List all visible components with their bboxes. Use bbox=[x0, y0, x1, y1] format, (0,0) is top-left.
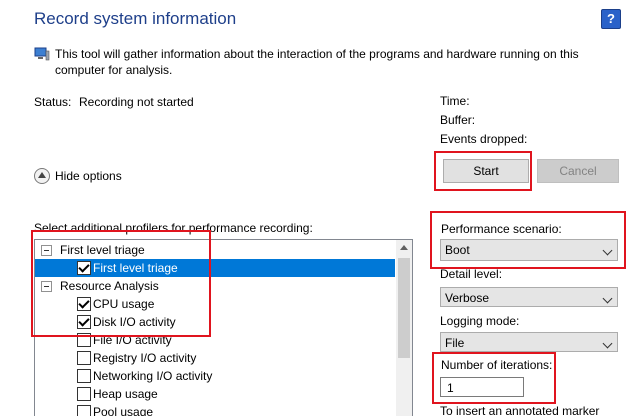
computer-icon bbox=[34, 47, 50, 61]
hide-options-label: Hide options bbox=[55, 168, 122, 183]
logging-mode-label: Logging mode: bbox=[440, 314, 520, 328]
tree-item-networking-io[interactable]: Networking I/O activity bbox=[35, 367, 395, 385]
tree-item-label: Disk I/O activity bbox=[93, 315, 176, 329]
status-label: Status: bbox=[34, 95, 72, 109]
chevron-down-icon bbox=[602, 245, 613, 256]
tree-item-label: CPU usage bbox=[93, 297, 155, 311]
detail-level-select[interactable]: Verbose bbox=[440, 287, 618, 307]
start-button[interactable]: Start bbox=[443, 159, 529, 183]
collapse-up-icon bbox=[34, 167, 50, 184]
tree-item-label: First level triage bbox=[93, 261, 178, 275]
collapse-icon[interactable] bbox=[41, 245, 52, 256]
tree-item-first-level-triage[interactable]: First level triage bbox=[35, 259, 395, 277]
tree-item-label: Registry I/O activity bbox=[93, 351, 197, 365]
checkbox[interactable] bbox=[77, 315, 91, 329]
help-icon[interactable]: ? bbox=[601, 9, 621, 29]
events-dropped-label: Events dropped: bbox=[440, 132, 528, 146]
tree-item-pool-usage[interactable]: Pool usage bbox=[35, 403, 395, 416]
checkbox[interactable] bbox=[77, 369, 91, 383]
scroll-up-icon[interactable] bbox=[400, 245, 408, 250]
tree-item-file-io[interactable]: File I/O activity bbox=[35, 331, 395, 349]
tree-group-first-level-triage[interactable]: First level triage bbox=[35, 241, 395, 259]
checkbox[interactable] bbox=[77, 333, 91, 347]
page-title: Record system information bbox=[34, 9, 237, 28]
tree-item-registry-io[interactable]: Registry I/O activity bbox=[35, 349, 395, 367]
profiles-tree[interactable]: First level triage First level triage Re… bbox=[34, 239, 413, 416]
info-text: This tool will gather information about … bbox=[55, 47, 579, 77]
tree-scrollbar[interactable] bbox=[396, 240, 412, 416]
time-label: Time: bbox=[440, 94, 470, 108]
tree-item-label: Heap usage bbox=[93, 387, 158, 401]
scenario-label: Performance scenario: bbox=[441, 222, 562, 236]
tree-group-label: Resource Analysis bbox=[60, 279, 159, 293]
scenario-select[interactable]: Boot bbox=[440, 239, 618, 261]
tree-item-heap-usage[interactable]: Heap usage bbox=[35, 385, 395, 403]
status-value: Recording not started bbox=[79, 95, 194, 109]
checkbox[interactable] bbox=[77, 387, 91, 401]
chevron-down-icon bbox=[602, 293, 613, 304]
tree-item-cpu-usage[interactable]: CPU usage bbox=[35, 295, 395, 313]
marker-hint-text: To insert an annotated marker bbox=[440, 404, 600, 418]
detail-level-label: Detail level: bbox=[440, 267, 503, 281]
checkbox[interactable] bbox=[77, 405, 91, 416]
logging-mode-value: File bbox=[445, 336, 465, 350]
tree-item-label: Networking I/O activity bbox=[93, 369, 213, 383]
tree-item-disk-io[interactable]: Disk I/O activity bbox=[35, 313, 395, 331]
checkbox[interactable] bbox=[77, 261, 91, 275]
tree-group-resource-analysis[interactable]: Resource Analysis bbox=[35, 277, 395, 295]
logging-mode-select[interactable]: File bbox=[440, 332, 618, 352]
scrollbar-thumb[interactable] bbox=[398, 258, 410, 358]
profiles-label: Select additional profilers for performa… bbox=[34, 221, 313, 235]
checkbox[interactable] bbox=[77, 351, 91, 365]
iterations-label: Number of iterations: bbox=[441, 358, 553, 372]
tree-item-label: Pool usage bbox=[93, 405, 154, 416]
iterations-input[interactable]: 1 bbox=[440, 377, 524, 397]
collapse-icon[interactable] bbox=[41, 281, 52, 292]
tree-group-label: First level triage bbox=[60, 243, 145, 257]
scenario-value: Boot bbox=[445, 243, 470, 257]
cancel-button[interactable]: Cancel bbox=[537, 159, 619, 183]
detail-level-value: Verbose bbox=[445, 291, 490, 305]
hide-options-toggle[interactable]: Hide options bbox=[34, 167, 122, 184]
chevron-down-icon bbox=[602, 338, 613, 349]
buffer-label: Buffer: bbox=[440, 113, 476, 127]
checkbox[interactable] bbox=[77, 297, 91, 311]
tree-item-label: File I/O activity bbox=[93, 333, 172, 347]
